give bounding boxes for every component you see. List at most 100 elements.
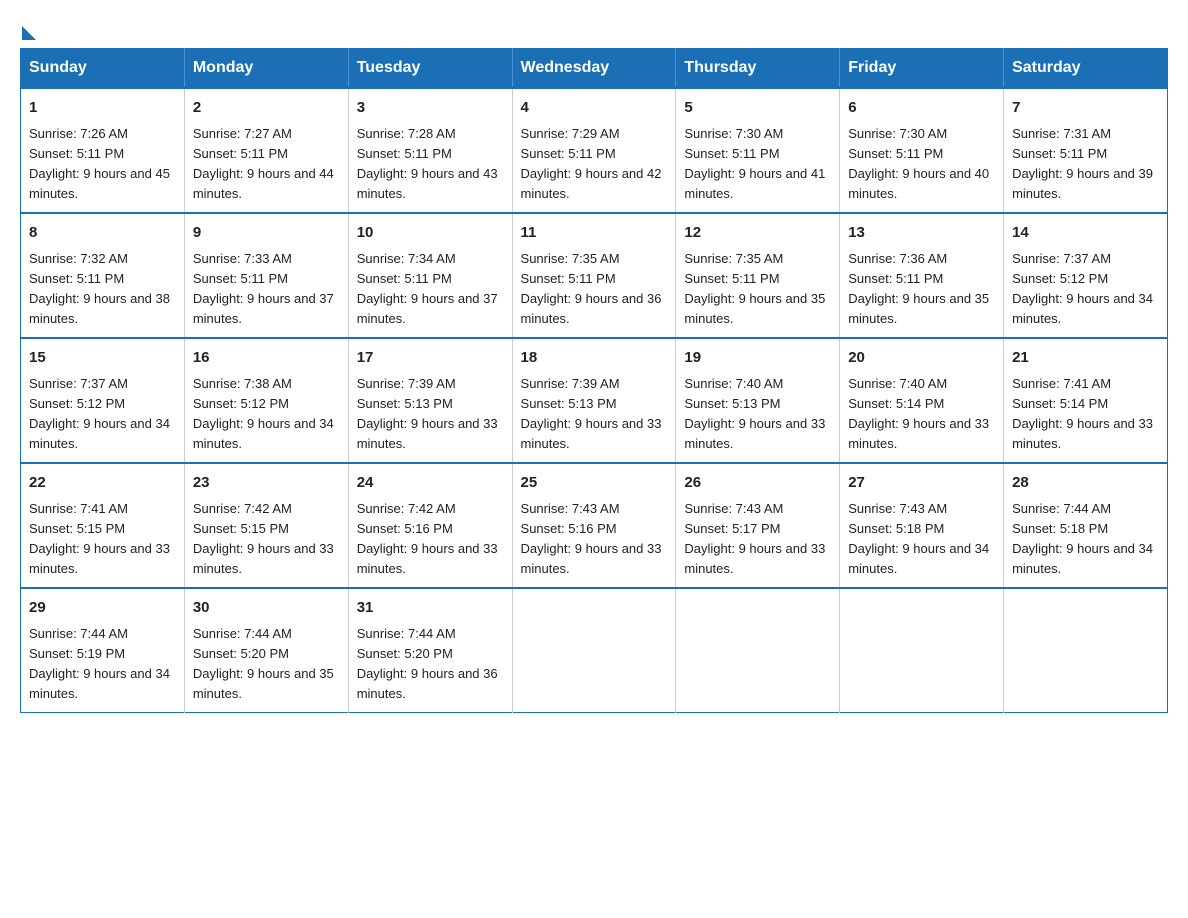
calendar-header: SundayMondayTuesdayWednesdayThursdayFrid…: [21, 49, 1168, 89]
calendar-cell: 18 Sunrise: 7:39 AMSunset: 5:13 PMDaylig…: [512, 338, 676, 463]
day-info: Sunrise: 7:42 AMSunset: 5:16 PMDaylight:…: [357, 501, 498, 576]
day-number: 30: [193, 597, 340, 620]
day-number: 16: [193, 347, 340, 370]
day-number: 8: [29, 222, 176, 245]
day-info: Sunrise: 7:35 AMSunset: 5:11 PMDaylight:…: [521, 251, 662, 326]
calendar-cell: 29 Sunrise: 7:44 AMSunset: 5:19 PMDaylig…: [21, 588, 185, 713]
day-info: Sunrise: 7:34 AMSunset: 5:11 PMDaylight:…: [357, 251, 498, 326]
calendar-cell: 25 Sunrise: 7:43 AMSunset: 5:16 PMDaylig…: [512, 463, 676, 588]
day-info: Sunrise: 7:42 AMSunset: 5:15 PMDaylight:…: [193, 501, 334, 576]
day-info: Sunrise: 7:43 AMSunset: 5:17 PMDaylight:…: [684, 501, 825, 576]
day-info: Sunrise: 7:36 AMSunset: 5:11 PMDaylight:…: [848, 251, 989, 326]
day-number: 12: [684, 222, 831, 245]
day-number: 21: [1012, 347, 1159, 370]
day-number: 26: [684, 472, 831, 495]
day-number: 24: [357, 472, 504, 495]
day-number: 19: [684, 347, 831, 370]
weekday-header-row: SundayMondayTuesdayWednesdayThursdayFrid…: [21, 49, 1168, 89]
day-number: 5: [684, 97, 831, 120]
logo-arrow-icon: [22, 26, 36, 40]
calendar-cell: 22 Sunrise: 7:41 AMSunset: 5:15 PMDaylig…: [21, 463, 185, 588]
calendar-cell: 19 Sunrise: 7:40 AMSunset: 5:13 PMDaylig…: [676, 338, 840, 463]
calendar-cell: 14 Sunrise: 7:37 AMSunset: 5:12 PMDaylig…: [1004, 213, 1168, 338]
weekday-header-monday: Monday: [184, 49, 348, 89]
calendar-cell: 1 Sunrise: 7:26 AMSunset: 5:11 PMDayligh…: [21, 88, 185, 213]
calendar-week-row: 15 Sunrise: 7:37 AMSunset: 5:12 PMDaylig…: [21, 338, 1168, 463]
calendar-cell: 3 Sunrise: 7:28 AMSunset: 5:11 PMDayligh…: [348, 88, 512, 213]
day-info: Sunrise: 7:39 AMSunset: 5:13 PMDaylight:…: [357, 376, 498, 451]
calendar-cell: 7 Sunrise: 7:31 AMSunset: 5:11 PMDayligh…: [1004, 88, 1168, 213]
calendar-body: 1 Sunrise: 7:26 AMSunset: 5:11 PMDayligh…: [21, 88, 1168, 713]
day-info: Sunrise: 7:26 AMSunset: 5:11 PMDaylight:…: [29, 126, 170, 201]
day-number: 14: [1012, 222, 1159, 245]
calendar-week-row: 8 Sunrise: 7:32 AMSunset: 5:11 PMDayligh…: [21, 213, 1168, 338]
page-header: [20, 20, 1168, 38]
calendar-cell: 12 Sunrise: 7:35 AMSunset: 5:11 PMDaylig…: [676, 213, 840, 338]
calendar-week-row: 29 Sunrise: 7:44 AMSunset: 5:19 PMDaylig…: [21, 588, 1168, 713]
day-number: 1: [29, 97, 176, 120]
day-info: Sunrise: 7:37 AMSunset: 5:12 PMDaylight:…: [29, 376, 170, 451]
day-number: 4: [521, 97, 668, 120]
day-info: Sunrise: 7:43 AMSunset: 5:16 PMDaylight:…: [521, 501, 662, 576]
day-number: 29: [29, 597, 176, 620]
weekday-header-tuesday: Tuesday: [348, 49, 512, 89]
weekday-header-sunday: Sunday: [21, 49, 185, 89]
calendar-cell: [840, 588, 1004, 713]
day-info: Sunrise: 7:29 AMSunset: 5:11 PMDaylight:…: [521, 126, 662, 201]
day-number: 17: [357, 347, 504, 370]
day-info: Sunrise: 7:31 AMSunset: 5:11 PMDaylight:…: [1012, 126, 1153, 201]
day-info: Sunrise: 7:28 AMSunset: 5:11 PMDaylight:…: [357, 126, 498, 201]
day-info: Sunrise: 7:27 AMSunset: 5:11 PMDaylight:…: [193, 126, 334, 201]
weekday-header-thursday: Thursday: [676, 49, 840, 89]
calendar-cell: 2 Sunrise: 7:27 AMSunset: 5:11 PMDayligh…: [184, 88, 348, 213]
day-info: Sunrise: 7:43 AMSunset: 5:18 PMDaylight:…: [848, 501, 989, 576]
day-info: Sunrise: 7:30 AMSunset: 5:11 PMDaylight:…: [848, 126, 989, 201]
calendar-cell: 27 Sunrise: 7:43 AMSunset: 5:18 PMDaylig…: [840, 463, 1004, 588]
day-number: 22: [29, 472, 176, 495]
day-number: 28: [1012, 472, 1159, 495]
calendar-cell: 28 Sunrise: 7:44 AMSunset: 5:18 PMDaylig…: [1004, 463, 1168, 588]
day-info: Sunrise: 7:41 AMSunset: 5:15 PMDaylight:…: [29, 501, 170, 576]
day-number: 25: [521, 472, 668, 495]
day-info: Sunrise: 7:33 AMSunset: 5:11 PMDaylight:…: [193, 251, 334, 326]
calendar-cell: 17 Sunrise: 7:39 AMSunset: 5:13 PMDaylig…: [348, 338, 512, 463]
calendar-cell: 5 Sunrise: 7:30 AMSunset: 5:11 PMDayligh…: [676, 88, 840, 213]
calendar-cell: [1004, 588, 1168, 713]
day-info: Sunrise: 7:39 AMSunset: 5:13 PMDaylight:…: [521, 376, 662, 451]
calendar-week-row: 22 Sunrise: 7:41 AMSunset: 5:15 PMDaylig…: [21, 463, 1168, 588]
logo: [20, 20, 36, 38]
calendar-cell: 21 Sunrise: 7:41 AMSunset: 5:14 PMDaylig…: [1004, 338, 1168, 463]
day-number: 15: [29, 347, 176, 370]
day-info: Sunrise: 7:44 AMSunset: 5:20 PMDaylight:…: [193, 626, 334, 701]
calendar-cell: 20 Sunrise: 7:40 AMSunset: 5:14 PMDaylig…: [840, 338, 1004, 463]
day-number: 7: [1012, 97, 1159, 120]
day-info: Sunrise: 7:40 AMSunset: 5:14 PMDaylight:…: [848, 376, 989, 451]
day-number: 23: [193, 472, 340, 495]
day-info: Sunrise: 7:44 AMSunset: 5:20 PMDaylight:…: [357, 626, 498, 701]
calendar-cell: 26 Sunrise: 7:43 AMSunset: 5:17 PMDaylig…: [676, 463, 840, 588]
calendar-cell: [512, 588, 676, 713]
day-number: 11: [521, 222, 668, 245]
day-info: Sunrise: 7:41 AMSunset: 5:14 PMDaylight:…: [1012, 376, 1153, 451]
day-number: 9: [193, 222, 340, 245]
day-number: 27: [848, 472, 995, 495]
calendar-cell: 30 Sunrise: 7:44 AMSunset: 5:20 PMDaylig…: [184, 588, 348, 713]
calendar-cell: 8 Sunrise: 7:32 AMSunset: 5:11 PMDayligh…: [21, 213, 185, 338]
day-number: 2: [193, 97, 340, 120]
calendar-cell: 23 Sunrise: 7:42 AMSunset: 5:15 PMDaylig…: [184, 463, 348, 588]
calendar-cell: [676, 588, 840, 713]
day-number: 3: [357, 97, 504, 120]
day-number: 31: [357, 597, 504, 620]
day-info: Sunrise: 7:40 AMSunset: 5:13 PMDaylight:…: [684, 376, 825, 451]
calendar-cell: 11 Sunrise: 7:35 AMSunset: 5:11 PMDaylig…: [512, 213, 676, 338]
calendar-cell: 4 Sunrise: 7:29 AMSunset: 5:11 PMDayligh…: [512, 88, 676, 213]
day-number: 13: [848, 222, 995, 245]
calendar-cell: 9 Sunrise: 7:33 AMSunset: 5:11 PMDayligh…: [184, 213, 348, 338]
day-number: 20: [848, 347, 995, 370]
calendar-cell: 24 Sunrise: 7:42 AMSunset: 5:16 PMDaylig…: [348, 463, 512, 588]
day-info: Sunrise: 7:37 AMSunset: 5:12 PMDaylight:…: [1012, 251, 1153, 326]
weekday-header-saturday: Saturday: [1004, 49, 1168, 89]
calendar-cell: 6 Sunrise: 7:30 AMSunset: 5:11 PMDayligh…: [840, 88, 1004, 213]
calendar-cell: 10 Sunrise: 7:34 AMSunset: 5:11 PMDaylig…: [348, 213, 512, 338]
day-number: 10: [357, 222, 504, 245]
